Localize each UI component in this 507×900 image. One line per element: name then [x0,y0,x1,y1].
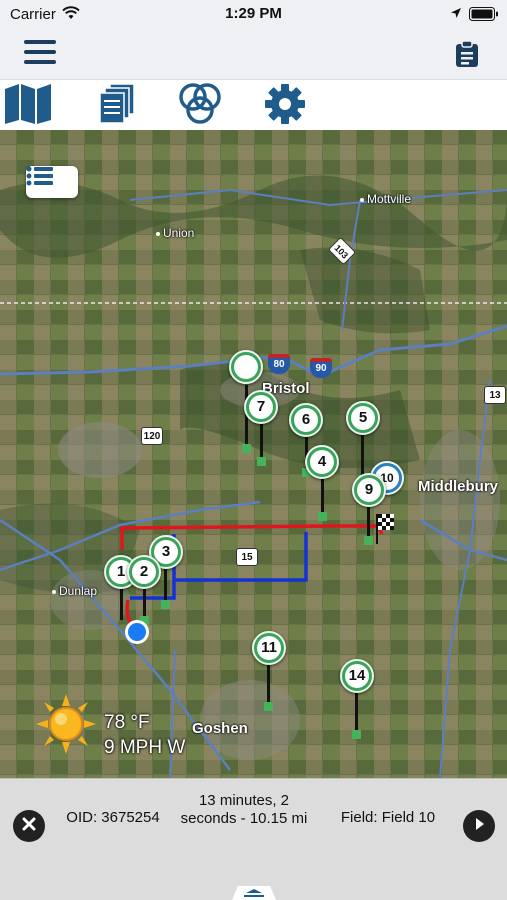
tab-toolbar [0,80,507,130]
field-marker-9[interactable]: 9 [352,473,386,507]
clipboard-icon[interactable] [455,40,479,73]
field-marker-4[interactable]: 4 [305,445,339,479]
temperature-label: 78 °F [104,712,150,733]
interstate-80-shield: 80 [268,354,290,374]
route-120-shield: 120 [141,427,163,445]
marker-foot [352,730,361,739]
status-bar: Carrier 1:29 PM [0,0,507,28]
map-imagery [0,130,507,778]
place-label-middlebury: Middlebury [418,478,499,495]
battery-icon [469,7,499,26]
field-label: Field: Field 10 [340,809,436,826]
place-label-goshen: Goshen [192,720,248,737]
place-label-dunlap: Dunlap [52,584,97,598]
route-13-shield: 13 [484,386,506,404]
sun-icon [34,692,98,761]
next-button[interactable] [463,810,495,842]
navigation-bar [0,28,507,80]
marker-foot [242,444,251,453]
tab-map[interactable] [0,83,56,130]
play-icon [472,816,486,837]
location-arrow-icon [450,6,462,24]
field-marker-11[interactable]: 11 [252,631,286,665]
close-button[interactable] [13,810,45,842]
interstate-90-shield: 90 [310,358,332,378]
satellite-map[interactable]: Mottville Union Bristol Middlebury Dunla… [0,130,507,778]
rings-icon [176,82,224,131]
route-15-shield: 15 [236,548,258,566]
map-icon [2,83,54,130]
documents-icon [96,82,136,130]
marker-foot [318,512,327,521]
marker-foot [257,457,266,466]
close-icon [22,817,36,836]
field-marker-7[interactable]: 7 [244,390,278,424]
field-marker-2[interactable]: 2 [127,555,161,589]
oid-label: OID: 3675254 [66,809,160,826]
field-marker-14[interactable]: 14 [340,659,374,693]
field-marker-5[interactable]: 5 [346,401,380,435]
tab-overlays[interactable] [172,82,228,131]
marker-foot [161,600,170,609]
menu-icon[interactable] [24,40,56,66]
place-label-union: Union [156,226,194,240]
place-label-mottville: Mottville [360,192,411,206]
marker-foot [364,536,373,545]
clock: 1:29 PM [225,5,282,22]
list-view-button[interactable] [26,166,78,198]
wind-label: 9 MPH W [104,737,186,758]
tab-settings[interactable] [257,82,313,131]
gear-icon [263,82,307,131]
marker-foot [264,702,273,711]
drawer-handle[interactable] [224,880,284,900]
duration-label: 13 minutes, 2 seconds - 10.15 mi [180,792,308,827]
tab-documents[interactable] [88,82,144,130]
field-marker[interactable] [229,350,263,384]
app-screen: Carrier 1:29 PM Mottville Union Bristol … [0,0,507,900]
field-marker-6[interactable]: 6 [289,403,323,437]
